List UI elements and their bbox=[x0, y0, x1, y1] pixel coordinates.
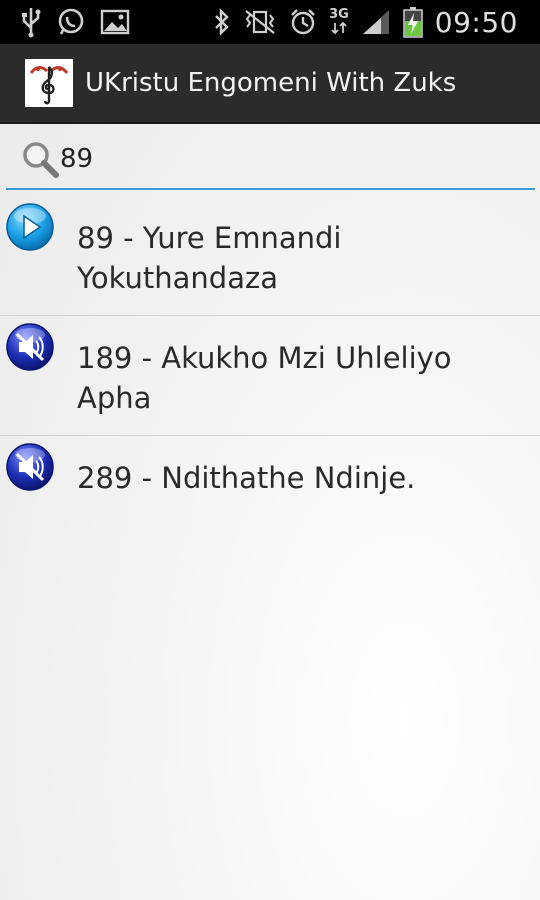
search-input[interactable] bbox=[60, 139, 500, 179]
muted-speaker-icon[interactable] bbox=[5, 322, 55, 372]
alarm-icon bbox=[289, 8, 317, 36]
search-bar[interactable] bbox=[6, 130, 535, 190]
action-bar: UKristu Engomeni With Zuks bbox=[0, 44, 540, 124]
network-3g-icon: 3G bbox=[329, 8, 349, 35]
image-icon bbox=[100, 9, 130, 35]
play-icon[interactable] bbox=[5, 202, 55, 252]
song-title: 189 - Akukho Mzi Uhleliyo Apha bbox=[77, 341, 452, 415]
list-item[interactable]: 189 - Akukho Mzi Uhleliyo Apha bbox=[0, 316, 540, 436]
song-title: 89 - Yure Emnandi Yokuthandaza bbox=[77, 221, 342, 295]
treble-clef-logo-icon[interactable] bbox=[25, 59, 73, 107]
usb-icon bbox=[20, 6, 42, 38]
vibrate-icon bbox=[243, 9, 277, 35]
list-item[interactable]: 89 - Yure Emnandi Yokuthandaza bbox=[0, 196, 540, 316]
search-icon bbox=[20, 139, 60, 179]
app-title: UKristu Engomeni With Zuks bbox=[85, 68, 457, 98]
signal-icon bbox=[361, 8, 391, 36]
clock: 09:50 bbox=[434, 5, 518, 39]
song-list: 89 - Yure Emnandi Yokuthandaza 189 - Aku… bbox=[0, 196, 540, 556]
battery-charging-icon bbox=[403, 6, 423, 38]
song-title: 289 - Ndithathe Ndinje. bbox=[77, 461, 416, 495]
status-bar: 3G 09:50 bbox=[0, 0, 540, 44]
muted-speaker-icon[interactable] bbox=[5, 442, 55, 492]
whatsapp-icon bbox=[56, 7, 86, 37]
list-item[interactable]: 289 - Ndithathe Ndinje. bbox=[0, 436, 540, 556]
bluetooth-icon bbox=[213, 8, 231, 36]
